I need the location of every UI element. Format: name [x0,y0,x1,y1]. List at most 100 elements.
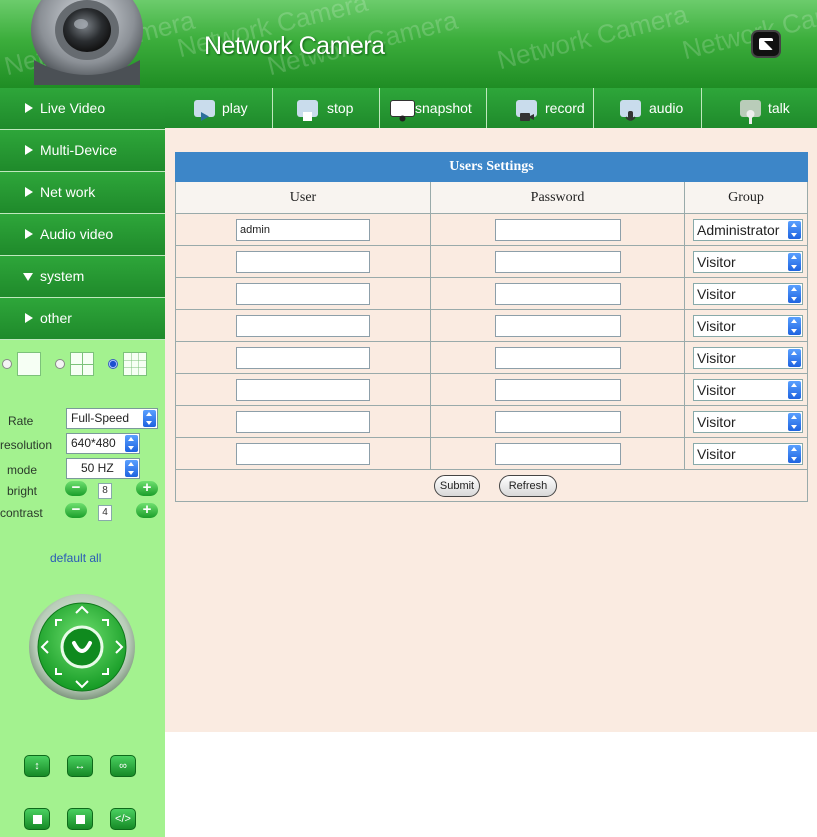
password-input[interactable] [495,443,621,465]
user-input[interactable]: admin [236,219,370,241]
sidebar: Live Video Multi-Device Net work Audio v… [0,88,165,837]
refresh-button[interactable]: Refresh [499,475,557,497]
password-input[interactable] [495,283,621,305]
fullscreen-button[interactable] [751,30,781,58]
table-header-row: User Password Group [175,182,808,214]
password-input[interactable] [495,219,621,241]
nav-label: Multi-Device [40,142,118,158]
cruise-button[interactable]: ∞ [110,755,136,777]
nav-label: Live Video [40,100,106,116]
group-select[interactable]: Visitor [693,443,803,465]
nav-audio-video[interactable]: Audio video [0,214,165,256]
resolution-select[interactable]: 640*480 [66,433,140,454]
app-title: Network Camera [204,32,385,60]
group-select[interactable]: Visitor [693,251,803,273]
snapshot-button[interactable]: snapshot [380,88,487,128]
spinner-icon [788,381,801,399]
user-input[interactable] [236,315,370,337]
layout-1-radio[interactable] [2,359,12,369]
talk-button[interactable]: talk [702,88,817,128]
user-input[interactable] [236,251,370,273]
play-button[interactable]: play [165,88,273,128]
layout-9-icon[interactable] [123,352,147,376]
column-header-group: Group [685,182,807,213]
audio-label: audio [649,100,684,116]
contrast-plus-button[interactable]: + [136,502,158,518]
spinner-icon [788,285,801,303]
toolbar: play stop snapshot record audio talk [165,88,817,128]
stop-button[interactable] [67,808,93,830]
io-button[interactable]: </> [110,808,136,830]
audio-button[interactable]: audio [594,88,702,128]
user-input[interactable] [236,411,370,433]
triangle-right-icon [25,103,33,113]
nav-label: system [40,268,85,284]
layout-4-radio[interactable] [55,359,65,369]
contrast-value: 4 [98,505,112,521]
triangle-right-icon [25,187,33,197]
layout-4-icon[interactable] [70,352,94,376]
spinner-icon [788,413,801,431]
vertical-arrows-icon: ↕ [34,760,40,772]
horizontal-flip-button[interactable]: ↔ [67,755,93,777]
submit-button[interactable]: Submit [434,475,480,497]
nav-multi-device[interactable]: Multi-Device [0,130,165,172]
password-input[interactable] [495,315,621,337]
watermark: Network Camera [494,0,691,76]
group-select[interactable]: Visitor [693,347,803,369]
main-panel: Users Settings User Password Group admin… [165,128,817,732]
snapshot-label: snapshot [415,100,472,116]
record-icon [516,100,537,121]
password-input[interactable] [495,347,621,369]
group-value: Administrator [697,222,780,238]
user-input[interactable] [236,347,370,369]
nav-system[interactable]: system [0,256,165,298]
users-settings-title: Users Settings [175,152,808,182]
spinner-icon [788,221,801,239]
record-label: record [545,100,585,116]
triangle-right-icon [25,145,33,155]
table-row: Visitor [175,374,808,406]
password-input[interactable] [495,251,621,273]
layout-9-radio[interactable] [108,359,118,369]
group-select[interactable]: Visitor [693,283,803,305]
user-input[interactable] [236,379,370,401]
nav-live-video[interactable]: Live Video [0,88,165,130]
group-select[interactable]: Visitor [693,315,803,337]
record-button[interactable]: record [487,88,594,128]
rate-value: Full-Speed [71,411,130,425]
stop-button[interactable]: stop [273,88,380,128]
talk-icon [740,100,761,124]
password-input[interactable] [495,379,621,401]
camera-logo-icon [31,0,143,85]
nav-network[interactable]: Net work [0,172,165,214]
password-input[interactable] [495,411,621,433]
column-header-user: User [176,182,431,213]
nav-label: Net work [40,184,96,200]
group-select[interactable]: Visitor [693,379,803,401]
table-row: Visitor [175,342,808,374]
square-icon [33,815,42,824]
play-label: play [222,100,248,116]
stop-cruise-button[interactable] [24,808,50,830]
nav-other[interactable]: other [0,298,165,340]
group-value: Visitor [697,414,736,430]
ptz-control[interactable] [28,593,136,701]
table-row: Visitor [175,246,808,278]
bright-minus-button[interactable]: − [65,480,87,496]
rate-select[interactable]: Full-Speed [66,408,158,429]
triangle-down-icon [23,273,33,281]
group-select[interactable]: Visitor [693,411,803,433]
contrast-minus-button[interactable]: − [65,502,87,518]
group-value: Visitor [697,318,736,334]
default-all-link[interactable]: default all [50,551,101,565]
layout-1-icon[interactable] [17,352,41,376]
stop-label: stop [327,100,354,116]
user-input[interactable] [236,283,370,305]
column-header-password: Password [431,182,685,213]
user-input[interactable] [236,443,370,465]
mode-select[interactable]: 50 HZ [66,458,140,479]
group-select[interactable]: Administrator [693,219,803,241]
vertical-flip-button[interactable]: ↕ [24,755,50,777]
bright-plus-button[interactable]: + [136,480,158,496]
